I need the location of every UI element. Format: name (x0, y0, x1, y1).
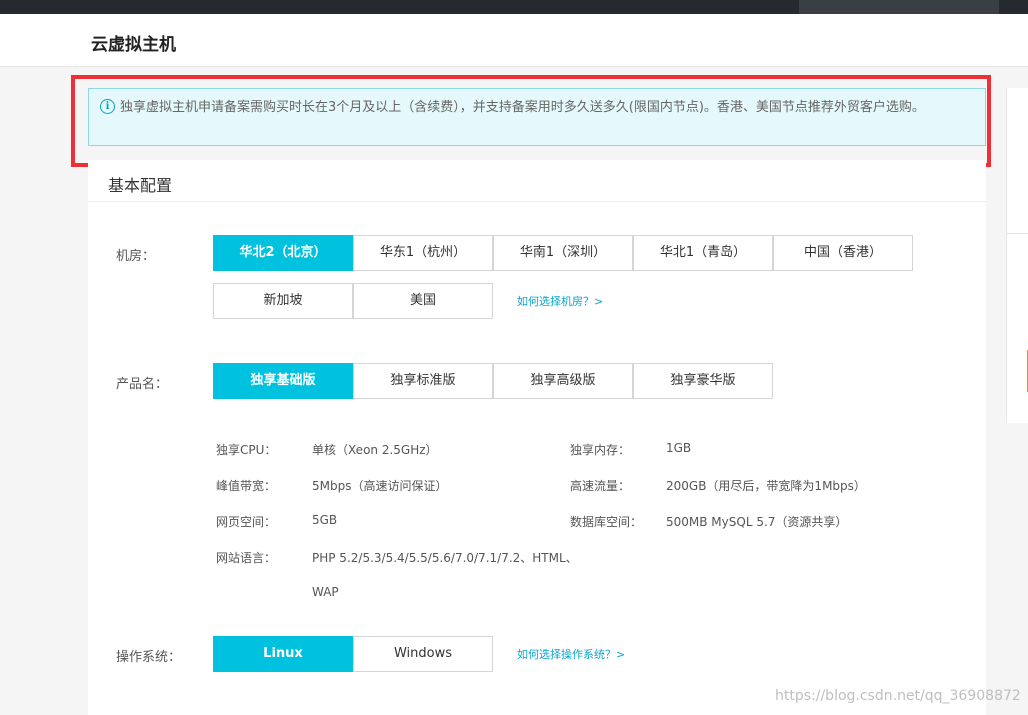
datacenter-option-beijing[interactable]: 华北2（北京） (213, 235, 353, 271)
spec-webspace-label: 网页空间： (216, 515, 277, 529)
spec-memory-value: 1GB (666, 441, 692, 455)
watermark: https://blog.csdn.net/qq_36908872 (775, 688, 1021, 704)
spec-cpu-label: 独享CPU： (216, 443, 277, 457)
datacenter-label: 机房： (116, 249, 156, 264)
product-label: 产品名： (116, 377, 169, 392)
spec-webspace-value: 5GB (312, 513, 338, 527)
side-divider (1007, 233, 1028, 234)
top-navbar-block (799, 0, 999, 14)
product-option-basic[interactable]: 独享基础版 (213, 363, 353, 399)
highlight-box (71, 75, 991, 167)
os-help-link[interactable]: 如何选择操作系统？> (517, 646, 625, 662)
datacenter-option-singapore[interactable]: 新加坡 (213, 283, 353, 319)
os-option-linux[interactable]: Linux (213, 636, 353, 672)
side-summary-panel (1006, 88, 1028, 423)
product-option-standard[interactable]: 独享标准版 (353, 363, 493, 399)
spec-traffic-label: 高速流量： (570, 479, 631, 493)
section-header: 基本配置 (88, 160, 986, 202)
spec-cpu-value: 单核（Xeon 2.5GHz） (312, 443, 438, 457)
spec-language-value-cont: WAP (312, 585, 339, 599)
os-label: 操作系统： (116, 650, 182, 665)
spec-bandwidth-value: 5Mbps（高速访问保证） (312, 479, 448, 493)
top-navbar (0, 0, 1028, 14)
spec-traffic-value: 200GB（用尽后，带宽降为1Mbps） (666, 479, 866, 493)
spec-bandwidth-label: 峰值带宽： (216, 479, 277, 493)
spec-database-label: 数据库空间： (570, 515, 643, 529)
datacenter-help-link[interactable]: 如何选择机房？> (517, 293, 603, 309)
os-option-windows[interactable]: Windows (353, 636, 493, 672)
spec-language-label: 网站语言： (216, 551, 277, 565)
spec-language-value: PHP 5.2/5.3/5.4/5.5/5.6/7.0/7.1/7.2、HTML… (312, 551, 578, 565)
datacenter-option-hangzhou[interactable]: 华东1（杭州） (353, 235, 493, 271)
datacenter-option-qingdao[interactable]: 华北1（青岛） (633, 235, 773, 271)
product-option-advanced[interactable]: 独享高级版 (493, 363, 633, 399)
datacenter-option-hongkong[interactable]: 中国（香港） (773, 235, 913, 271)
section-title: 基本配置 (108, 176, 173, 195)
spec-database-value: 500MB MySQL 5.7（资源共享） (666, 515, 848, 529)
page-title: 云虚拟主机 (91, 35, 176, 55)
product-option-deluxe[interactable]: 独享豪华版 (633, 363, 773, 399)
title-bar: 云虚拟主机 (0, 14, 1028, 67)
config-card: 基本配置 机房： 华北2（北京） 华东1（杭州） 华南1（深圳） 华北1（青岛）… (88, 160, 986, 715)
datacenter-option-usa[interactable]: 美国 (353, 283, 493, 319)
spec-memory-label: 独享内存： (570, 443, 631, 457)
datacenter-option-shenzhen[interactable]: 华南1（深圳） (493, 235, 633, 271)
